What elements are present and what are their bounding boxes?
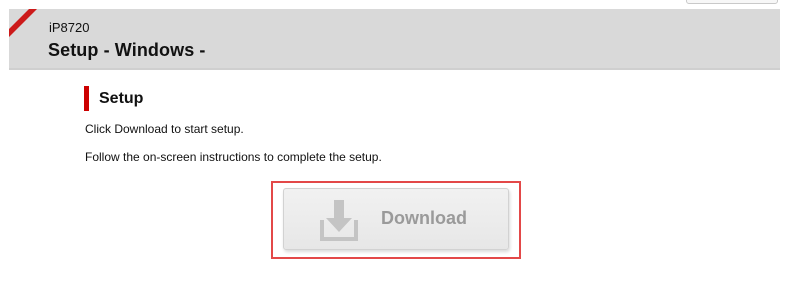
page-title: Setup - Windows - (48, 40, 206, 60)
section-accent-bar (84, 86, 89, 111)
model-name: iP8720 (49, 20, 90, 35)
section-title: Setup (99, 89, 144, 107)
page-header: iP8720 Setup - Windows - (9, 9, 780, 70)
page: iP8720 Setup - Windows - Setup Click Dow… (0, 0, 790, 283)
instruction-text: Follow the on-screen instructions to com… (85, 150, 382, 164)
download-label: Download (381, 208, 467, 228)
instruction-text: Click Download to start setup. (85, 122, 244, 136)
download-icon (320, 200, 358, 241)
top-edge-button[interactable] (686, 0, 778, 4)
corner-ribbon-icon (9, 9, 37, 37)
download-button[interactable]: Download (283, 188, 509, 250)
section-heading: Setup (84, 86, 143, 111)
